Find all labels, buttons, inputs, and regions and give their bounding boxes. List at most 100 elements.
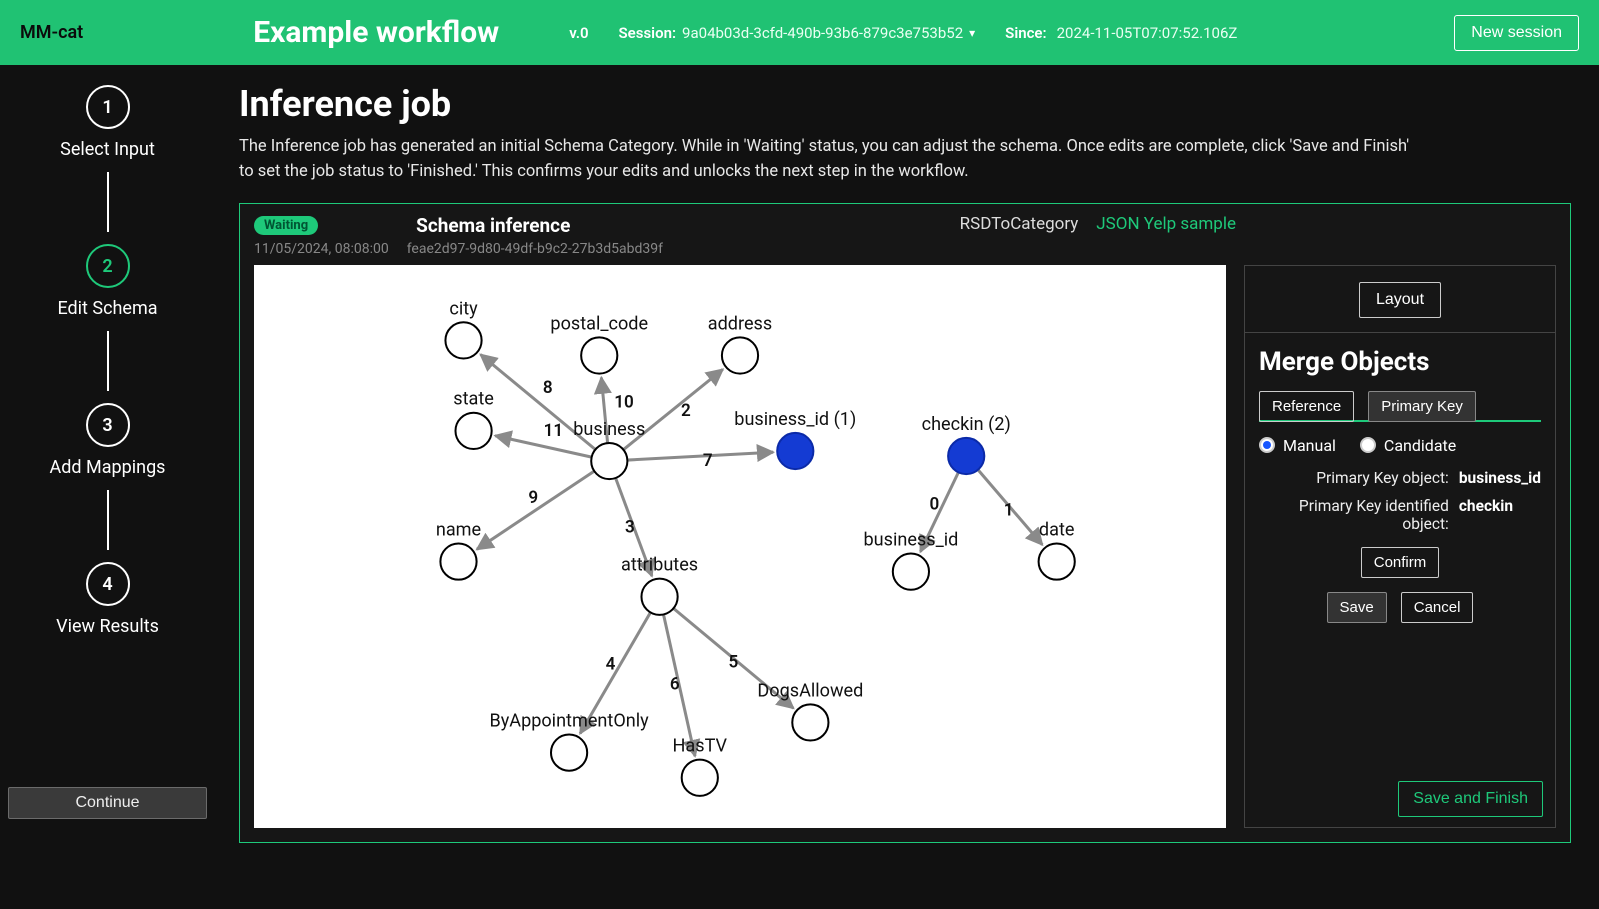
edge-label: 1 [1004,500,1014,520]
session-value: 9a04b03d-3cfd-490b-93b6-879c3e753b52 [682,24,963,42]
version-chip: v.0 [569,24,588,42]
job-timestamp: 11/05/2024, 08:08:00 [254,241,389,257]
job-source[interactable]: JSON Yelp sample [1096,214,1236,234]
new-session-button[interactable]: New session [1454,15,1579,51]
graph-node[interactable]: date [1039,519,1075,579]
graph-node[interactable]: city [445,298,481,358]
node-label: HasTV [673,735,728,756]
edge-label: 8 [543,377,553,397]
edge-label: 9 [528,487,538,507]
cancel-button[interactable]: Cancel [1401,592,1474,623]
radio-candidate[interactable]: Candidate [1360,436,1456,455]
graph-node[interactable]: ByAppointmentOnly [489,710,649,770]
version-value: v.0 [569,24,588,42]
radio-candidate-label: Candidate [1384,436,1456,455]
pk-object-label: Primary Key object: [1259,469,1449,487]
graph-node[interactable]: business [573,418,645,478]
since-value: 2024-11-05T07:07:52.106Z [1057,24,1238,42]
layout-button[interactable]: Layout [1359,282,1441,318]
edge-label: 6 [670,674,680,694]
edge-label: 11 [544,421,564,441]
radio-manual[interactable]: Manual [1259,436,1336,455]
radio-manual-label: Manual [1283,436,1336,455]
node-label: date [1039,519,1075,540]
workflow-step[interactable]: 2 Edit Schema [0,244,215,319]
session-dropdown[interactable]: Session: 9a04b03d-3cfd-490b-93b6-879c3e7… [619,24,976,42]
node-label: name [436,519,481,540]
page-heading: Inference job [239,83,1571,125]
continue-button[interactable]: Continue [8,787,207,819]
step-number-circle: 3 [86,403,130,447]
pk-object-value: business_id [1459,469,1541,487]
step-number-circle: 1 [86,85,130,129]
status-badge: Waiting [254,216,318,235]
edge-label: 0 [929,494,939,514]
merge-heading: Merge Objects [1259,347,1541,377]
brand: MM-cat [20,22,83,43]
node-label: city [449,298,478,319]
radio-icon [1360,437,1376,453]
edge-label: 3 [625,517,635,537]
tab-primary-key[interactable]: Primary Key [1368,391,1476,422]
since-label: Since: [1005,24,1046,42]
graph-edge[interactable] [627,452,773,460]
page-description: The Inference job has generated an initi… [239,135,1419,185]
workflow-step[interactable]: 1 Select Input [0,85,215,160]
step-label: Select Input [60,139,155,160]
step-label: Edit Schema [57,298,157,319]
graph-node[interactable]: postal_code [550,313,648,373]
step-number-circle: 4 [86,562,130,606]
graph-node[interactable]: address [708,313,772,373]
node-label: checkin (2) [922,413,1011,434]
job-guid: feae2d97-9d80-49df-b9c2-27b3d5abd39f [407,241,663,257]
graph-node[interactable]: state [453,388,494,448]
content-area: Inference job The Inference job has gene… [215,65,1599,909]
graph-node[interactable]: business_id (1) [734,408,856,468]
graph-node[interactable]: business_id [863,529,958,589]
graph-node[interactable]: checkin (2) [922,413,1011,473]
node-label: address [708,313,772,334]
node-label: business [573,418,645,439]
node-label: state [453,388,494,409]
edge-label: 4 [606,654,616,674]
edge-label: 5 [729,652,739,672]
job-title: Schema inference [416,214,570,237]
step-connector [107,172,109,232]
step-number-circle: 2 [86,244,130,288]
node-label: business_id [863,529,958,550]
pk-ident-label: Primary Key identified object: [1259,497,1449,533]
step-label: Add Mappings [50,457,166,478]
graph-node[interactable]: HasTV [673,735,728,795]
workflow-step[interactable]: 4 View Results [0,562,215,637]
step-connector [107,490,109,550]
top-bar: MM-cat Example workflow v.0 Session: 9a0… [0,0,1599,65]
graph-node[interactable]: attributes [621,554,698,614]
graph-node[interactable]: name [436,519,481,579]
save-button[interactable]: Save [1327,592,1387,623]
step-connector [107,331,109,391]
job-panel: Waiting Schema inference 11/05/2024, 08:… [239,203,1571,843]
node-label: attributes [621,554,698,575]
confirm-button[interactable]: Confirm [1361,547,1440,578]
session-label: Session: [619,24,677,42]
pk-ident-value: checkin [1459,497,1541,533]
schema-graph-canvas[interactable]: 81021197346501businesscitypostal_codeadd… [254,265,1226,828]
job-category: RSDToCategory [960,214,1079,234]
node-label: ByAppointmentOnly [489,710,649,731]
graph-node[interactable]: DogsAllowed [757,680,863,740]
since-chip: Since: 2024-11-05T07:07:52.106Z [1005,24,1237,42]
node-label: postal_code [550,313,648,334]
edge-label: 7 [703,451,713,471]
node-label: business_id (1) [734,408,856,429]
step-label: View Results [56,616,159,637]
save-and-finish-button[interactable]: Save and Finish [1398,781,1543,817]
merge-panel: Layout Merge Objects Reference Primary K… [1244,265,1556,828]
tab-reference[interactable]: Reference [1259,391,1354,422]
chevron-down-icon: ▾ [969,26,975,40]
workflow-steps-sidebar: 1 Select Input 2 Edit Schema 3 Add Mappings 4 V… [0,65,215,909]
radio-icon [1259,437,1275,453]
workflow-title: Example workflow [253,15,499,50]
node-label: DogsAllowed [757,680,863,701]
workflow-step[interactable]: 3 Add Mappings [0,403,215,478]
graph-edge[interactable] [477,471,594,549]
